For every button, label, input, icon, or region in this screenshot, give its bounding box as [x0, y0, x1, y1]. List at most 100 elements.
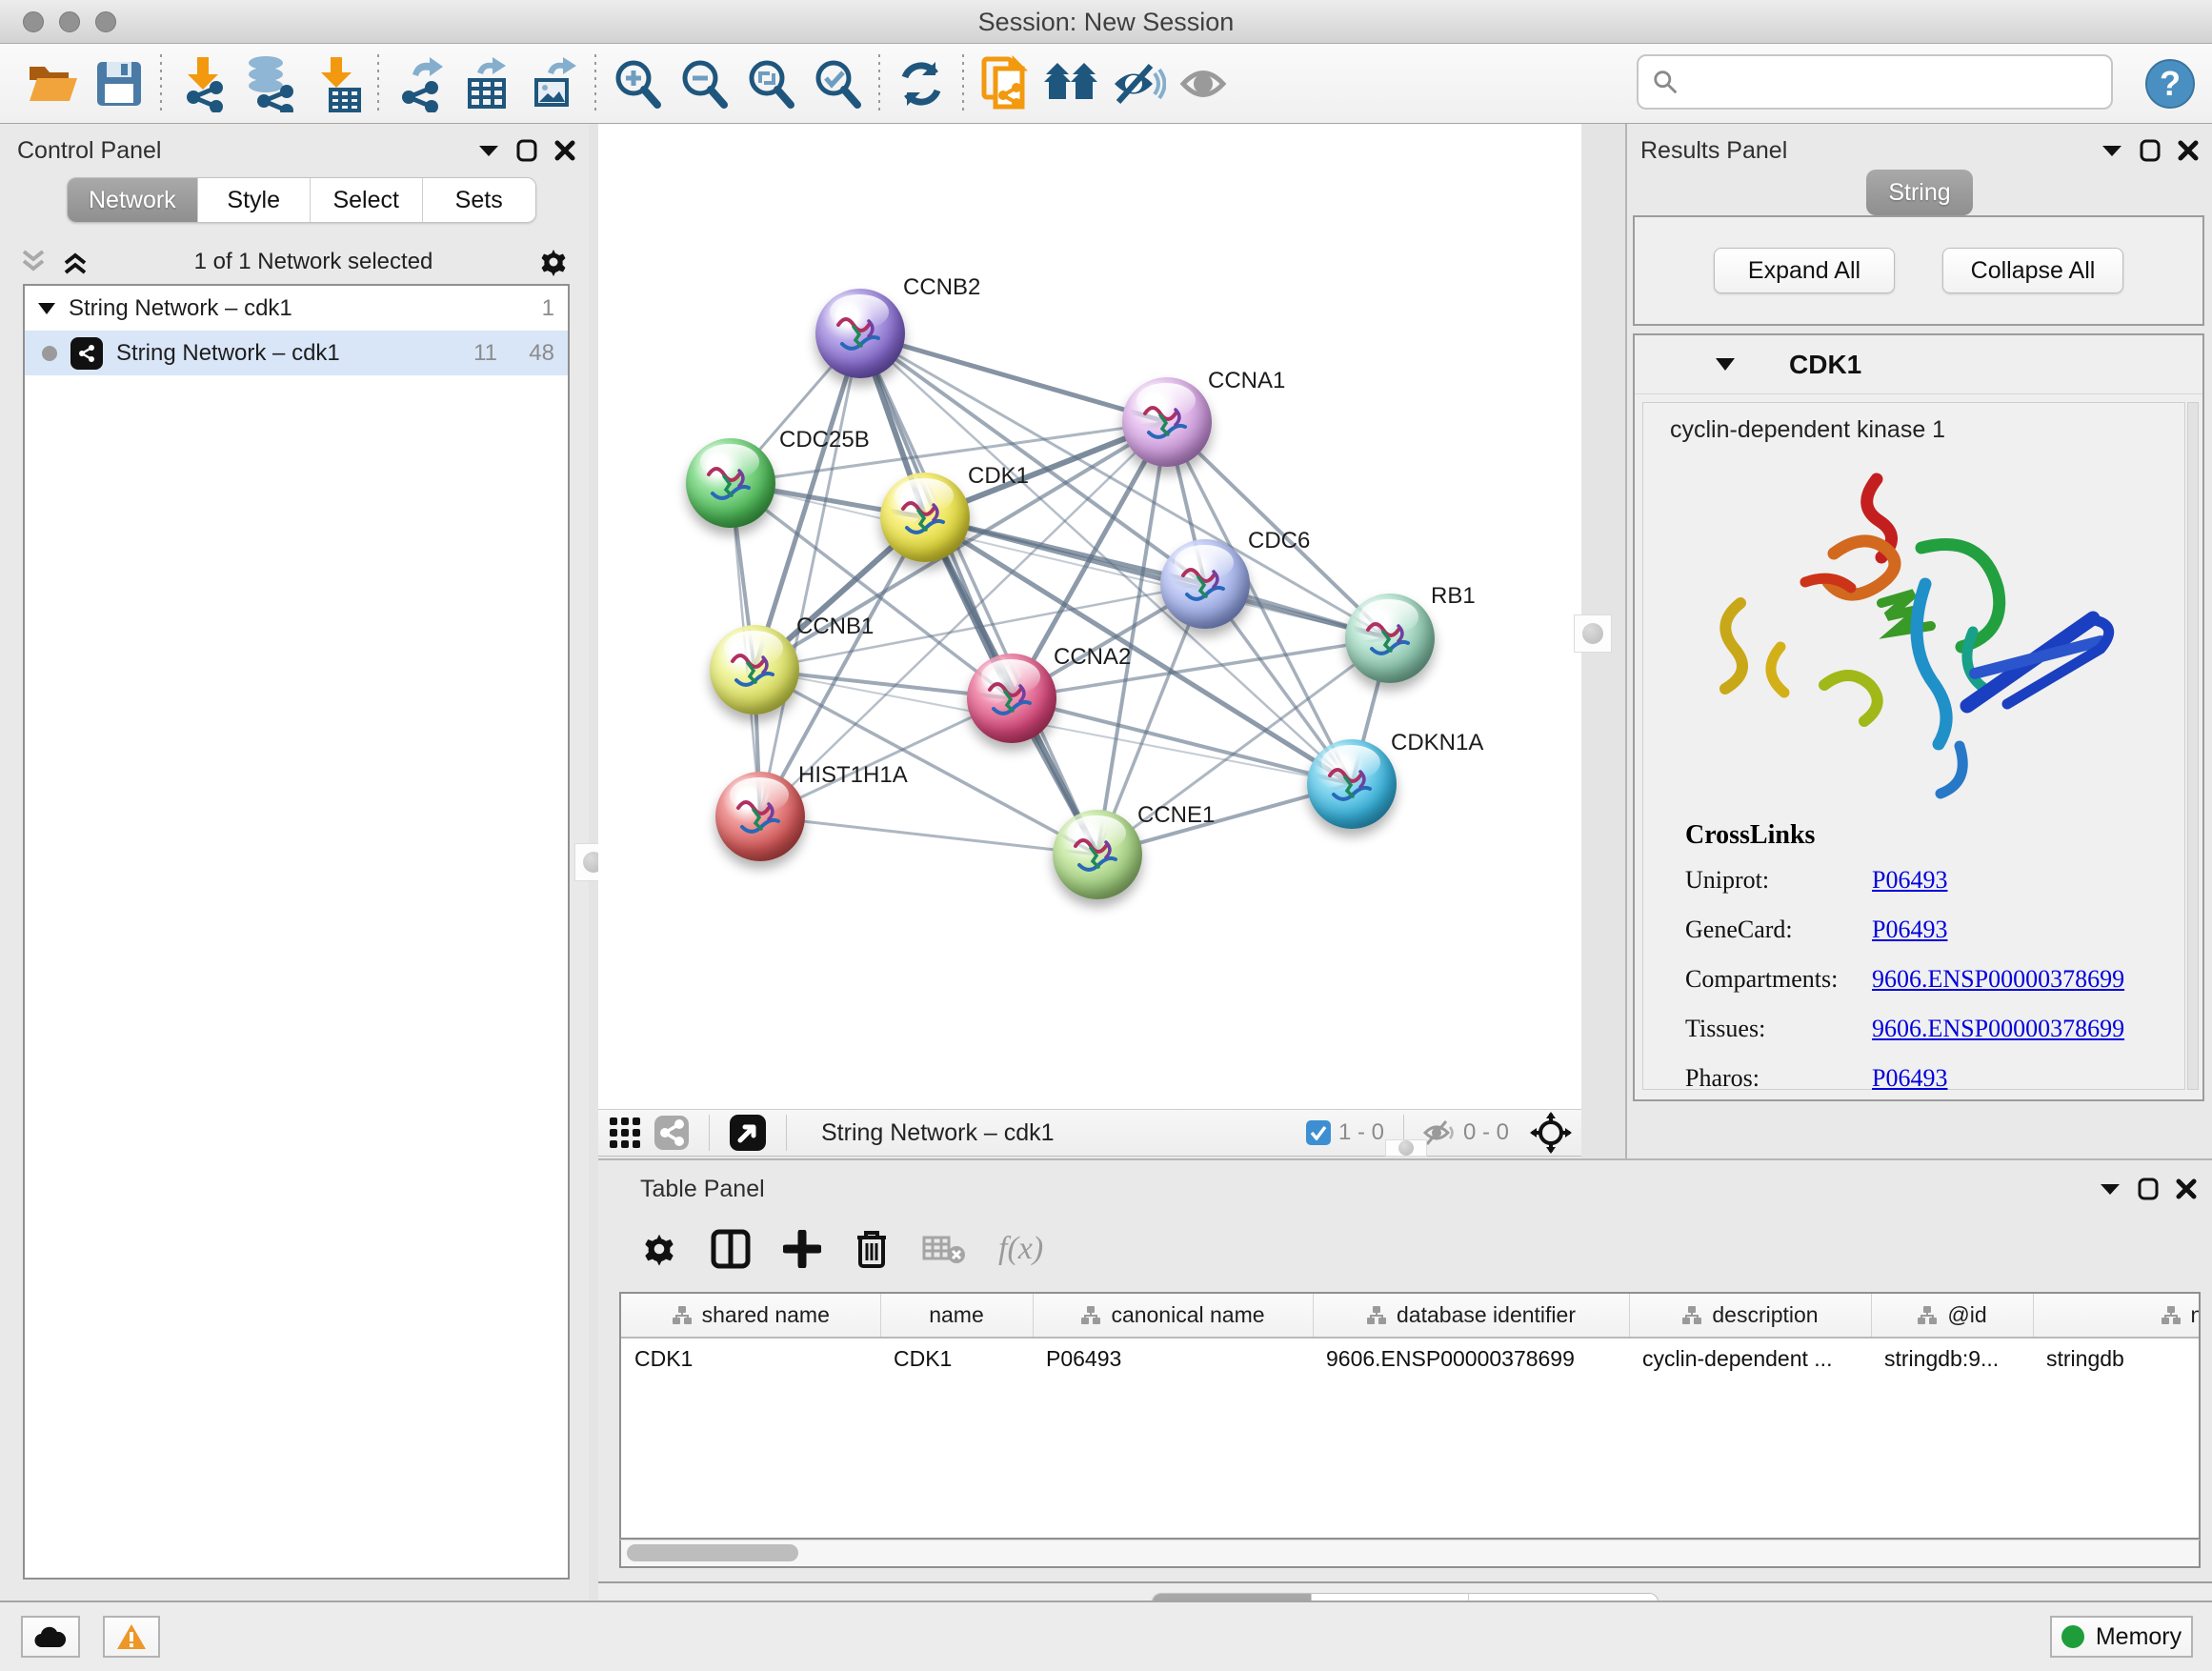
node-CCNB1[interactable] — [710, 625, 799, 715]
collection-expander-icon[interactable] — [38, 302, 55, 315]
function-builder-icon[interactable]: f(x) — [998, 1231, 1043, 1267]
tab-style[interactable]: Style — [198, 178, 311, 222]
zoom-out-icon[interactable] — [671, 52, 737, 115]
table-options-gear-icon[interactable] — [640, 1230, 678, 1268]
crosslink-row: Compartments: 9606.ENSP00000378699 — [1685, 965, 2165, 994]
network-row-selected[interactable]: String Network – cdk1 11 48 — [25, 331, 568, 375]
node-CDC25B[interactable] — [686, 438, 775, 528]
collapse-all-networks-icon[interactable] — [19, 249, 48, 275]
node-RB1[interactable] — [1345, 594, 1435, 683]
delete-column-icon[interactable] — [854, 1228, 890, 1270]
zoom-in-icon[interactable] — [604, 52, 671, 115]
refresh-icon[interactable] — [888, 52, 955, 115]
create-column-icon[interactable] — [783, 1230, 821, 1268]
panel-close-icon[interactable] — [554, 140, 575, 161]
node-CDC6[interactable] — [1160, 539, 1250, 629]
results-collapse-icon[interactable] — [2101, 144, 2122, 157]
zoom-selected-icon[interactable] — [804, 52, 871, 115]
fit-selected-crosshair-icon[interactable] — [1530, 1112, 1572, 1154]
search-input[interactable] — [1679, 69, 2098, 95]
copy-network-icon[interactable] — [972, 52, 1038, 115]
node-structure-thumbnail — [725, 785, 795, 846]
grid-view-icon[interactable] — [608, 1116, 642, 1150]
results-tab-string[interactable]: String — [1866, 170, 1973, 215]
genecard-link[interactable]: P06493 — [1872, 916, 1947, 944]
table-horizontal-scrollbar[interactable] — [619, 1540, 2201, 1568]
export-image-icon[interactable] — [520, 52, 587, 115]
column-header[interactable]: description — [1629, 1294, 1871, 1338]
expand-all-button[interactable]: Expand All — [1714, 248, 1895, 293]
import-network-file-icon[interactable] — [170, 52, 236, 115]
node-CDKN1A[interactable] — [1307, 739, 1397, 829]
node-CCNB2[interactable] — [815, 289, 905, 378]
gene-header-row[interactable]: CDK1 — [1635, 335, 2202, 394]
column-header[interactable]: namespace — [2033, 1294, 2201, 1338]
show-columns-icon[interactable] — [711, 1229, 751, 1269]
results-float-icon[interactable] — [2140, 139, 2161, 162]
column-header[interactable]: name — [880, 1294, 1033, 1338]
selected-checkbox-icon[interactable] — [1306, 1120, 1331, 1145]
import-network-database-icon[interactable] — [236, 52, 303, 115]
tab-select[interactable]: Select — [311, 178, 423, 222]
edge-CCNA2-CDKN1A[interactable] — [1012, 698, 1352, 784]
pharos-link[interactable]: P06493 — [1872, 1064, 1947, 1093]
shared-column-icon — [1917, 1305, 1938, 1326]
save-session-icon[interactable] — [86, 52, 152, 115]
node-CCNA1[interactable] — [1122, 377, 1212, 467]
memory-button[interactable]: Memory — [2050, 1616, 2193, 1658]
network-canvas[interactable]: CCNB2CCNA1CDC25BCDK1CDC6RB1CCNB1CCNA2CDK… — [598, 124, 1581, 1109]
column-header[interactable]: canonical name — [1033, 1294, 1313, 1338]
table-close-icon[interactable] — [2176, 1178, 2197, 1199]
export-network-icon[interactable] — [387, 52, 453, 115]
node-label-CDC25B: CDC25B — [779, 427, 870, 453]
tissues-link[interactable]: 9606.ENSP00000378699 — [1872, 1015, 2124, 1043]
results-scrollbar[interactable] — [2187, 402, 2199, 1090]
tab-sets[interactable]: Sets — [423, 178, 535, 222]
home-icon[interactable] — [1038, 52, 1105, 115]
node-CCNE1[interactable] — [1053, 810, 1142, 899]
edge-CCNB2-CCNA1[interactable] — [860, 333, 1167, 422]
string-view-icon[interactable] — [654, 1115, 690, 1151]
search-box[interactable] — [1637, 54, 2113, 110]
node-CDK1[interactable] — [880, 473, 970, 562]
edge-CDK1-RB1[interactable] — [925, 517, 1390, 638]
column-header[interactable]: database identifier — [1313, 1294, 1629, 1338]
cloud-status-button[interactable] — [21, 1616, 80, 1658]
network-list: String Network – cdk1 1 String Network –… — [23, 284, 570, 1580]
help-icon[interactable]: ? — [2145, 59, 2195, 109]
tab-network[interactable]: Network — [68, 178, 198, 222]
bird-eye-toggle-icon[interactable] — [1172, 52, 1238, 115]
expand-all-networks-icon[interactable] — [61, 249, 90, 275]
network-options-gear-icon[interactable] — [537, 246, 570, 278]
node-CCNA2[interactable] — [967, 654, 1056, 743]
edge-HIST1H1A-CCNE1[interactable] — [760, 816, 1097, 855]
warnings-button[interactable] — [103, 1616, 160, 1658]
column-header[interactable]: shared name — [621, 1294, 880, 1338]
table-collapse-icon[interactable] — [2100, 1182, 2121, 1196]
network-edges — [598, 124, 1581, 1109]
import-table-icon[interactable] — [303, 52, 370, 115]
table-float-icon[interactable] — [2138, 1178, 2159, 1200]
compartments-link[interactable]: 9606.ENSP00000378699 — [1872, 965, 2124, 994]
detach-view-icon[interactable] — [729, 1114, 767, 1152]
delete-table-icon[interactable] — [922, 1232, 966, 1266]
node-label-CCNE1: CCNE1 — [1137, 802, 1215, 829]
open-session-icon[interactable] — [19, 52, 86, 115]
table-divider-handle[interactable] — [1385, 1139, 1427, 1157]
node-HIST1H1A[interactable] — [715, 772, 805, 861]
edge-CCNB2-HIST1H1A[interactable] — [760, 333, 860, 816]
hide-graphics-details-icon[interactable] — [1105, 52, 1172, 115]
table-row[interactable]: CDK1 CDK1 P06493 9606.ENSP00000378699 cy… — [621, 1338, 2201, 1379]
network-collection-row[interactable]: String Network – cdk1 1 — [25, 286, 568, 331]
zoom-fit-icon[interactable] — [737, 52, 804, 115]
results-divider-handle[interactable] — [1574, 614, 1612, 653]
collapse-all-button[interactable]: Collapse All — [1942, 248, 2123, 293]
uniprot-link[interactable]: P06493 — [1872, 866, 1947, 895]
window-title: Session: New Session — [0, 8, 2212, 37]
results-close-icon[interactable] — [2178, 140, 2199, 161]
panel-float-icon[interactable] — [516, 139, 537, 162]
column-header[interactable]: @id — [1871, 1294, 2033, 1338]
gene-expander-icon[interactable] — [1715, 357, 1736, 372]
export-table-icon[interactable] — [453, 52, 520, 115]
panel-collapse-icon[interactable] — [478, 144, 499, 157]
